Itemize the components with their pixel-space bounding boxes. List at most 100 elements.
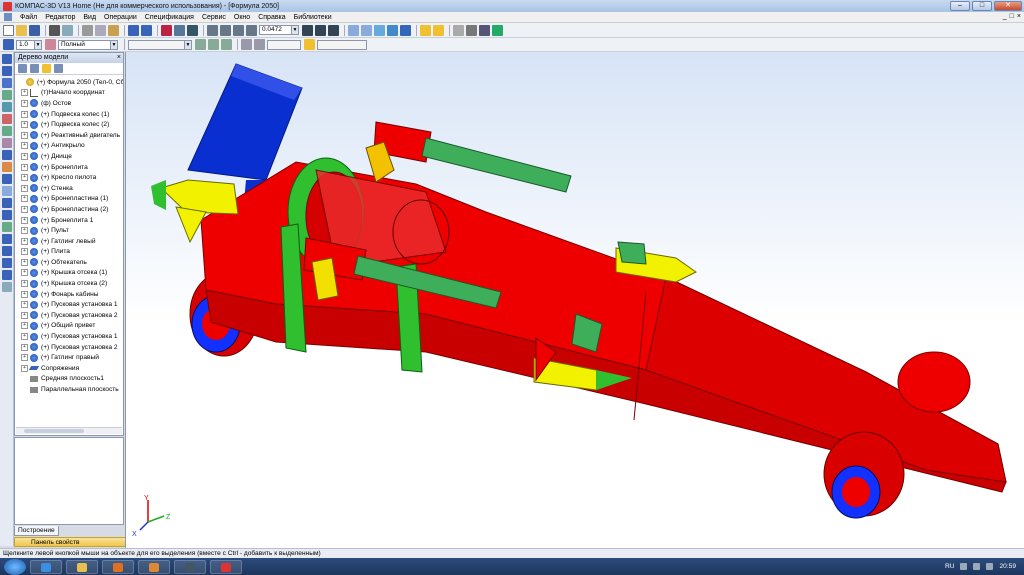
filters-icon[interactable]	[2, 150, 12, 160]
expand-icon[interactable]: +	[21, 152, 28, 160]
taskbar-kompas-button[interactable]	[210, 559, 242, 574]
normal-to-icon[interactable]	[221, 39, 232, 50]
taskbar-explorer-button[interactable]	[66, 559, 98, 574]
menu-editor[interactable]: Редактор	[41, 14, 79, 21]
shaded-icon[interactable]	[387, 24, 398, 36]
tree-item[interactable]: + (+) Реактивный двигатель	[15, 130, 123, 141]
tree-item[interactable]: + (+) Фонарь кабины	[15, 289, 123, 300]
spec-icon[interactable]	[492, 24, 503, 36]
print-icon[interactable]	[49, 24, 60, 36]
expand-icon[interactable]: +	[21, 89, 28, 97]
tree-item[interactable]: + (+) Пусковая установка 1	[15, 299, 123, 310]
clock[interactable]: 20:59	[999, 563, 1016, 570]
tree-item[interactable]: + (ф) Остов	[15, 98, 123, 109]
properties-icon[interactable]	[466, 24, 477, 36]
expand-icon[interactable]: +	[21, 131, 28, 139]
geometry-icon[interactable]	[2, 90, 12, 100]
tree-item[interactable]: + (+) Стенка	[15, 183, 123, 194]
tree-item[interactable]: + (+) Антикрыло	[15, 141, 123, 152]
save-icon[interactable]	[29, 24, 40, 36]
layer-field[interactable]: ▼	[128, 39, 192, 50]
zoom-scale-field[interactable]: 0.0472 ▼	[259, 25, 299, 35]
variables-icon[interactable]	[174, 24, 185, 36]
paste-icon[interactable]	[108, 24, 119, 36]
spec-toolbar-icon[interactable]	[2, 162, 12, 172]
measure-diagnostics-icon[interactable]	[2, 138, 12, 148]
mates-toolbar-icon[interactable]	[2, 78, 12, 88]
expand-icon[interactable]: +	[21, 290, 28, 298]
build-icon[interactable]	[2, 66, 12, 76]
expand-icon[interactable]: +	[21, 354, 28, 362]
open-folder-icon[interactable]	[16, 24, 27, 36]
tree-item[interactable]: + (+) Крышка отсека (1)	[15, 268, 123, 279]
flag-icon[interactable]	[986, 563, 994, 570]
zoom-window-icon[interactable]	[220, 24, 231, 36]
zoom-fit-icon[interactable]	[246, 24, 257, 36]
tree-item[interactable]: + (т)Начало координат	[15, 88, 123, 99]
tree-view-mode-icon[interactable]	[18, 64, 27, 73]
cursor-field[interactable]	[317, 39, 367, 50]
tree-item[interactable]: + (+) Бронепластина (1)	[15, 194, 123, 205]
menu-libraries[interactable]: Библиотеки	[290, 14, 336, 21]
tree-item[interactable]: + (+) Плита	[15, 247, 123, 258]
tree-item[interactable]: + (+) Гатлинг правый	[15, 352, 123, 363]
tree-item[interactable]: + (+) Подвеска колес (1)	[15, 109, 123, 120]
zoom-in-icon[interactable]	[207, 24, 218, 36]
maximize-button[interactable]: □	[972, 1, 992, 11]
volume-icon[interactable]	[973, 563, 981, 570]
coordinate-field[interactable]	[267, 39, 301, 50]
copy-icon[interactable]	[95, 24, 106, 36]
cut-icon[interactable]	[82, 24, 93, 36]
measure-icon[interactable]	[453, 24, 464, 36]
tree-item[interactable]: Параллельная плоскость	[15, 384, 123, 395]
menu-operations[interactable]: Операции	[100, 14, 141, 21]
rotate-icon[interactable]	[315, 24, 326, 36]
auxiliary-geometry-icon[interactable]	[2, 126, 12, 136]
zoom-out-icon[interactable]	[233, 24, 244, 36]
menu-file[interactable]: Файл	[16, 14, 41, 21]
tree-item[interactable]: + (+) Обтекатель	[15, 257, 123, 268]
step-field[interactable]: 1.0 ▼	[16, 39, 42, 50]
race-car-model[interactable]: Y Z X	[126, 52, 1024, 548]
menu-help[interactable]: Справка	[254, 14, 289, 21]
hidden-lines-icon[interactable]	[361, 24, 372, 36]
tree-horizontal-scrollbar[interactable]	[16, 427, 122, 434]
halftone-icon[interactable]	[374, 24, 385, 36]
tree-structure-icon[interactable]	[30, 64, 39, 73]
tree-item[interactable]: + (+) Пусковая установка 2	[15, 310, 123, 321]
selection-icon[interactable]	[2, 246, 12, 256]
library-manager-icon[interactable]	[479, 24, 490, 36]
orientation-icon[interactable]	[195, 39, 206, 50]
arrays-icon[interactable]	[2, 114, 12, 124]
tree-item[interactable]: + (+) Пульт	[15, 225, 123, 236]
perspective-icon[interactable]	[400, 24, 411, 36]
tree-item[interactable]: + (+) Гатлинг левый	[15, 236, 123, 247]
menu-service[interactable]: Сервис	[198, 14, 230, 21]
dimensions-icon[interactable]	[2, 234, 12, 244]
tree-item[interactable]: + (+) Бронеплита	[15, 162, 123, 173]
tree-item[interactable]: Средняя плоскость1	[15, 374, 123, 385]
doc-close-button[interactable]: ×	[1017, 13, 1021, 20]
tab-build[interactable]: Построение	[14, 526, 59, 536]
expand-icon[interactable]: +	[21, 184, 28, 192]
expand-icon[interactable]: +	[21, 174, 28, 182]
close-button[interactable]: ✕	[994, 1, 1022, 11]
redo-icon[interactable]	[141, 24, 152, 36]
taskbar-chrome-button[interactable]	[138, 559, 170, 574]
grid-icon[interactable]	[241, 39, 252, 50]
undo-icon[interactable]	[128, 24, 139, 36]
doc-minimize-button[interactable]: _	[1003, 13, 1007, 20]
expand-icon[interactable]: +	[21, 258, 28, 266]
expand-icon[interactable]: +	[21, 163, 28, 171]
help-icon[interactable]	[161, 24, 172, 36]
language-indicator[interactable]: RU	[945, 563, 955, 570]
expand-icon[interactable]: +	[21, 110, 28, 118]
rear-rocket[interactable]	[160, 179, 239, 215]
expand-icon[interactable]: +	[21, 280, 28, 288]
sheet-metal-icon[interactable]	[2, 186, 12, 196]
cut-plane-icon[interactable]	[208, 39, 219, 50]
doc-restore-button[interactable]: □	[1010, 13, 1014, 20]
pan-icon[interactable]	[302, 24, 313, 36]
tree-item[interactable]: + (+) Крышка отсека (2)	[15, 278, 123, 289]
properties-bar[interactable]: Панель свойств	[14, 537, 132, 547]
